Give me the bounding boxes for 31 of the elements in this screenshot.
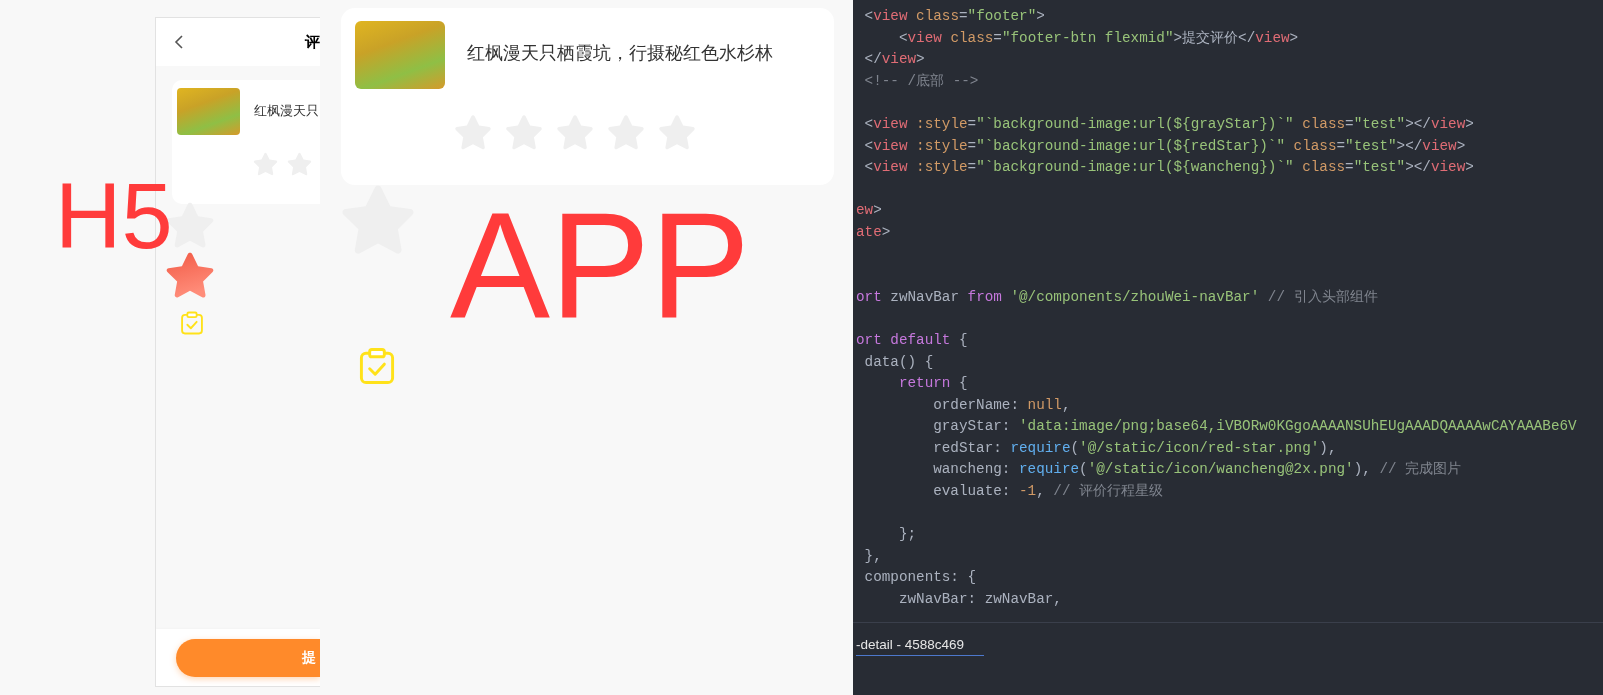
panel-tab[interactable]: -detail - 4588c469 — [856, 635, 985, 656]
code-line: ort default { — [855, 330, 968, 350]
trip-title: 红枫漫天只 — [254, 103, 319, 121]
code-line: grayStar: 'data:image/png;base64,iVBORw0KGgoAAAANSUhEUgAAADQAAAAwCAYAAABe6V — [932, 417, 1577, 437]
clipboard-check-icon — [178, 309, 206, 337]
code-line: wancheng: require('@/static/icon/wancheng@2x.png'), // 完成图片 — [932, 460, 1462, 480]
code-line: <view class="footer"> — [863, 7, 1045, 26]
code-line: evaluate: -1, // 评价行程星级 — [932, 482, 1164, 502]
code-line: </view> — [863, 50, 925, 70]
code-line: components: { — [863, 568, 977, 588]
page-title: 评 — [305, 32, 320, 52]
code-line: ort zwNavBar from '@/components/zhouWei-navBar' // 引入头部组件 — [855, 287, 1378, 307]
code-line: orderName: null, — [932, 395, 1071, 415]
code-line: ew> — [855, 201, 882, 221]
code-line: }; — [897, 525, 917, 545]
code-line: zwNavBar: zwNavBar, — [897, 590, 1062, 610]
code-line: data() { — [863, 352, 934, 372]
code-line: <view class="footer-btn flexmid">提交评价</view> — [897, 28, 1299, 48]
code-line: <view :style="`background-image:url(${wancheng})`" class="test"></view> — [863, 158, 1474, 178]
code-line: ate> — [855, 222, 891, 242]
code-line: <!-- /底部 --> — [863, 71, 979, 91]
code-line: }, — [863, 546, 882, 566]
back-icon[interactable] — [173, 34, 185, 50]
handwritten-label: APP — [450, 190, 751, 340]
code-line: <view :style="`background-image:url(${redStar})`" class="test"></view> — [863, 136, 1466, 156]
code-line: <view :style="`background-image:url(${grayStar})`" class="test"></view> — [863, 114, 1474, 134]
photo-placeholder — [177, 88, 240, 135]
code-line: return { — [897, 374, 968, 394]
handwritten-label: H5 — [55, 170, 173, 262]
trip-title: 红枫漫天只栖霞坑，行摄秘红色水杉林 — [467, 42, 773, 65]
code-line: redStar: require('@/static/icon/red-star.png'), — [932, 438, 1337, 458]
